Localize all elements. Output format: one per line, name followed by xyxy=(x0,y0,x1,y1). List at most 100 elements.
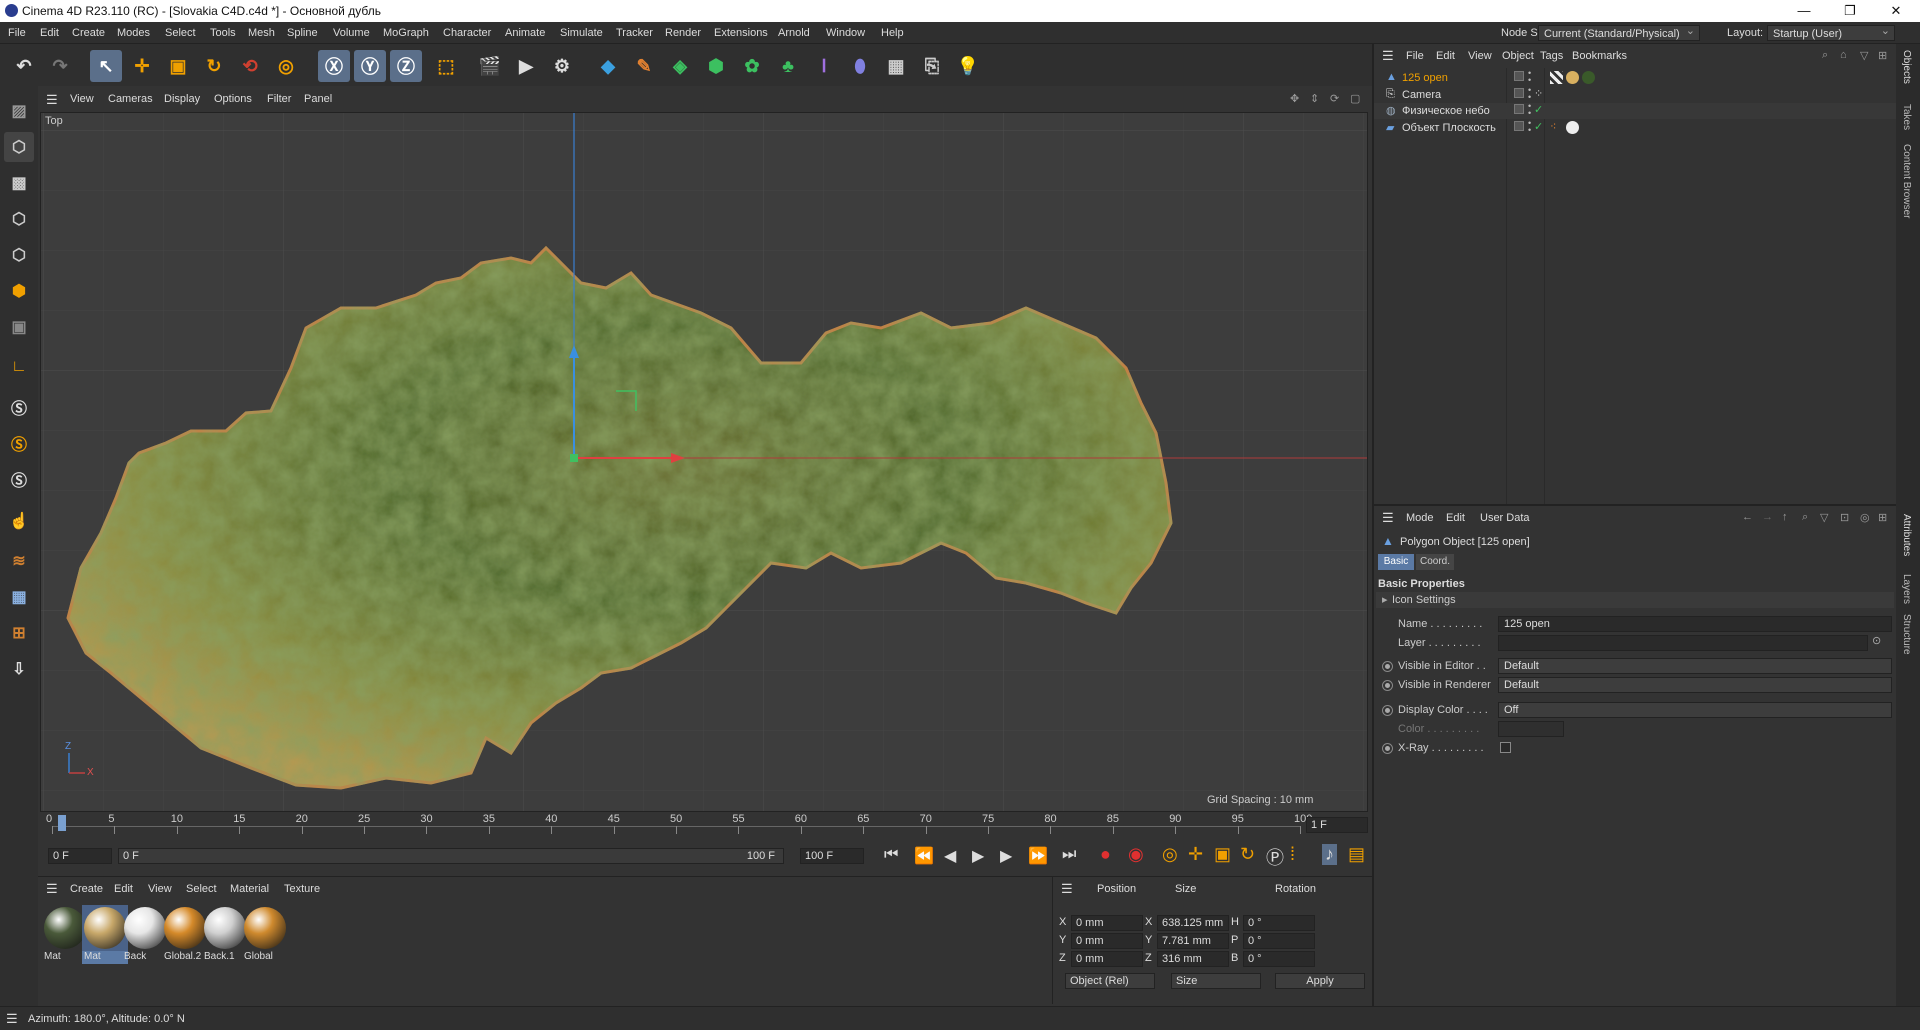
status-menu-icon[interactable]: ☰ xyxy=(6,1011,18,1027)
menu-window[interactable]: Window xyxy=(826,27,865,39)
pla-key-icon[interactable]: ⁞ xyxy=(1290,844,1295,865)
material-menu-edit[interactable]: Edit xyxy=(114,883,133,895)
menu-animate[interactable]: Animate xyxy=(505,27,545,39)
menu-simulate[interactable]: Simulate xyxy=(560,27,603,39)
solo-icon[interactable]: ⇩ xyxy=(4,654,34,684)
object-filter-icon[interactable]: ▽ xyxy=(1860,49,1868,62)
snap-icon[interactable]: Ⓢ xyxy=(4,392,34,422)
visibility-dots-icon[interactable]: • • xyxy=(1528,85,1531,101)
menu-select[interactable]: Select xyxy=(165,27,196,39)
object-name[interactable]: Объект Плоскость xyxy=(1402,122,1496,134)
layout-select[interactable]: Startup (User) xyxy=(1767,23,1895,41)
menu-mograph[interactable]: MoGraph xyxy=(383,27,429,39)
object-name[interactable]: Физическое небо xyxy=(1402,105,1490,117)
quantize-icon[interactable]: Ⓢ xyxy=(4,464,34,494)
x-axis-lock-icon[interactable]: Ⓧ xyxy=(318,50,350,82)
rotation-key-icon[interactable]: ↻ xyxy=(1240,844,1255,865)
menu-tracker[interactable]: Tracker xyxy=(616,27,653,39)
menu-character[interactable]: Character xyxy=(443,27,491,39)
layer-toggle-icon[interactable] xyxy=(1514,104,1524,114)
menu-edit[interactable]: Edit xyxy=(40,27,59,39)
close-button[interactable]: ✕ xyxy=(1873,0,1919,22)
object-new-window-icon[interactable]: ⊞ xyxy=(1878,49,1887,62)
object-name[interactable]: Camera xyxy=(1402,89,1441,101)
position-field[interactable]: 0 mm xyxy=(1071,915,1143,931)
material-tag-icon[interactable] xyxy=(1566,71,1579,84)
menu-spline[interactable]: Spline xyxy=(287,27,318,39)
end-frame-field[interactable]: 100 F xyxy=(800,848,864,864)
enabled-check-icon[interactable]: ✓ xyxy=(1534,120,1543,133)
size-field[interactable]: 638.125 mm xyxy=(1157,915,1229,931)
attribute-filter-icon[interactable]: ▽ xyxy=(1820,511,1828,524)
menu-volume[interactable]: Volume xyxy=(333,27,370,39)
play-icon[interactable]: ▶ xyxy=(972,846,984,866)
attribute-search-icon[interactable]: ⌕ xyxy=(1802,511,1808,524)
object-menu-view[interactable]: View xyxy=(1468,50,1492,62)
coordinate-system-icon[interactable]: ⬚ xyxy=(430,50,462,82)
field-icon[interactable]: ⬮ xyxy=(844,50,876,82)
menu-help[interactable]: Help xyxy=(881,27,904,39)
tab-layers[interactable]: Layers xyxy=(1901,574,1912,604)
material-tag-icon[interactable] xyxy=(1566,120,1579,134)
color-swatch[interactable] xyxy=(1498,721,1564,737)
keyframe-selection-icon[interactable]: ◎ xyxy=(1162,844,1178,865)
viewport-zoom-icon[interactable]: ⇕ xyxy=(1310,92,1319,105)
menu-arnold[interactable]: Arnold xyxy=(778,27,810,39)
sound-icon[interactable]: ♪ xyxy=(1322,844,1337,865)
rotate-tool-icon[interactable]: ↻ xyxy=(198,50,230,82)
previous-frame-icon[interactable]: ◀ xyxy=(944,846,956,866)
material-manager-menu-icon[interactable]: ☰ xyxy=(46,881,58,897)
viewport-move-icon[interactable]: ✥ xyxy=(1290,92,1299,105)
attribute-new-window-icon[interactable]: ⊞ xyxy=(1878,511,1887,524)
viewport-top[interactable]: Top Grid Spacing : 10 mm Z X xyxy=(40,112,1368,812)
rotation-field[interactable]: 0 ° xyxy=(1243,915,1315,931)
viewport-menu-panel[interactable]: Panel xyxy=(304,93,332,105)
workplane-icon[interactable]: ≋ xyxy=(4,546,34,576)
apply-button[interactable]: Apply xyxy=(1275,973,1365,989)
visibility-dots-icon[interactable]: • • xyxy=(1528,118,1531,134)
object-menu-tags[interactable]: Tags xyxy=(1540,50,1563,62)
position-key-icon[interactable]: ✛ xyxy=(1188,844,1203,865)
subdivision-surface-icon[interactable]: ◈ xyxy=(664,50,696,82)
coordinate-size-select[interactable]: Size xyxy=(1171,973,1261,989)
menu-file[interactable]: File xyxy=(8,27,26,39)
viewport-menu-display[interactable]: Display xyxy=(164,93,200,105)
parameter-key-icon[interactable]: Ⓟ xyxy=(1266,844,1284,870)
extrude-icon[interactable]: ⬢ xyxy=(700,50,732,82)
next-key-icon[interactable]: ⏩ xyxy=(1028,846,1048,866)
material-menu-view[interactable]: View xyxy=(148,883,172,895)
animate-radio-vis-renderer[interactable] xyxy=(1382,680,1393,691)
tab-attributes[interactable]: Attributes xyxy=(1901,514,1912,556)
animate-radio-display-color[interactable] xyxy=(1382,705,1393,716)
object-menu-object[interactable]: Object xyxy=(1502,50,1534,62)
camera-tag-icon[interactable]: ⁘ xyxy=(1534,87,1543,100)
tab-content-browser[interactable]: Content Browser xyxy=(1901,144,1912,218)
animate-radio-xray[interactable] xyxy=(1382,743,1393,754)
menu-modes[interactable]: Modes xyxy=(117,27,150,39)
render-view-icon[interactable]: 🎬 xyxy=(474,50,506,82)
polygons-mode-icon[interactable]: ⬢ xyxy=(4,276,34,306)
timeline-layout-icon[interactable]: ▤ xyxy=(1348,844,1365,865)
object-name[interactable]: 125 open xyxy=(1402,72,1448,84)
axis-mode-icon[interactable]: ∟ xyxy=(4,352,34,382)
render-to-picture-viewer-icon[interactable]: ▶ xyxy=(510,50,542,82)
position-field[interactable]: 0 mm xyxy=(1071,933,1143,949)
rotation-field[interactable]: 0 ° xyxy=(1243,951,1315,967)
viewport-menu-icon[interactable]: ☰ xyxy=(46,92,58,108)
object-menu-file[interactable]: File xyxy=(1406,50,1424,62)
locked-workplane-icon[interactable]: ▦ xyxy=(4,582,34,612)
camera-object-icon[interactable]: ⎘ xyxy=(916,50,948,82)
layer-toggle-icon[interactable] xyxy=(1514,71,1524,81)
live-selection-icon[interactable]: ◎ xyxy=(270,50,302,82)
tab-takes[interactable]: Takes xyxy=(1901,104,1912,130)
material-menu-material[interactable]: Material xyxy=(230,883,269,895)
preview-range-slider[interactable]: 0 F 100 F xyxy=(118,848,784,864)
array-icon[interactable]: ✿ xyxy=(736,50,768,82)
coordinate-mode-select[interactable]: Object (Rel) xyxy=(1065,973,1155,989)
attribute-menu-mode[interactable]: Mode xyxy=(1406,512,1434,524)
object-row[interactable]: ◍ Физическое небо • • ✓ xyxy=(1374,102,1898,119)
up-arrow-icon[interactable]: ↑ xyxy=(1782,511,1788,523)
viewport-maximize-icon[interactable]: ▢ xyxy=(1350,92,1360,105)
model-mode-icon[interactable]: ⬡ xyxy=(4,132,34,162)
texture-tag-icon[interactable] xyxy=(1550,71,1563,84)
